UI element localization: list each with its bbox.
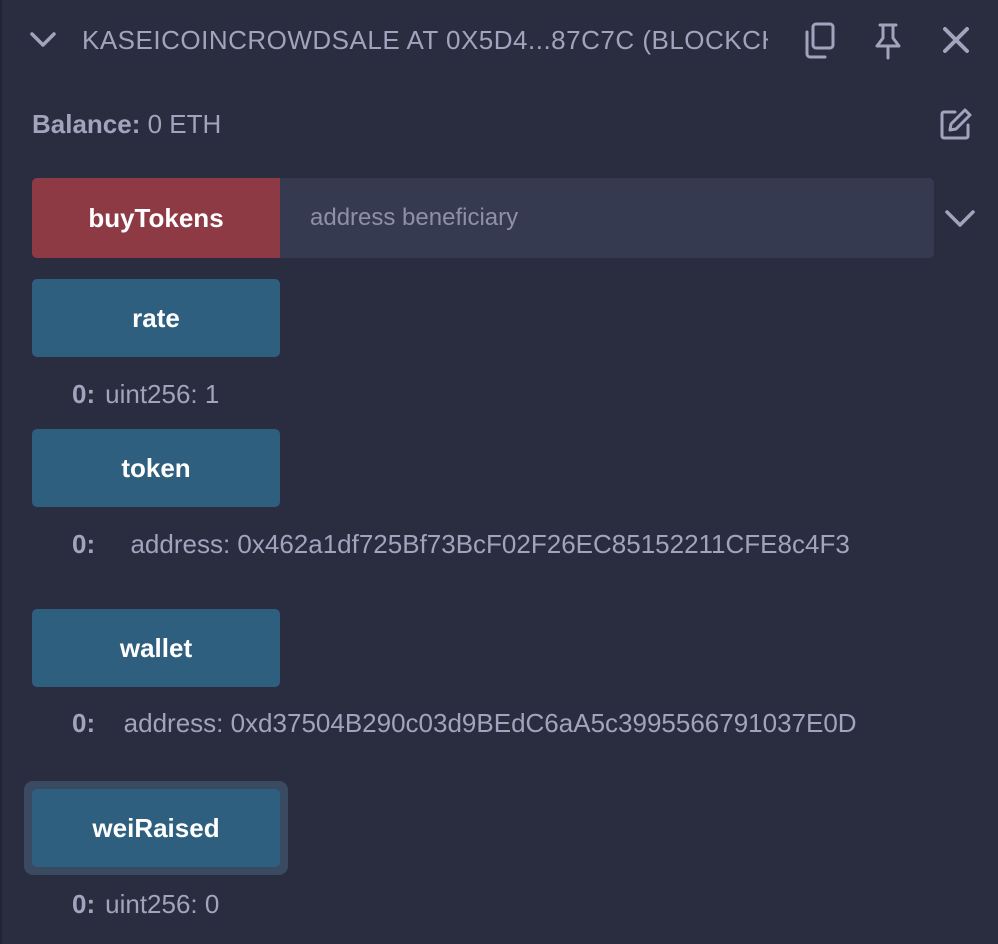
token-button[interactable]: token <box>32 429 280 507</box>
chevron-down-icon[interactable] <box>28 26 58 52</box>
wallet-result: 0: address: 0xd37504B290c03d9BEdC6aA5c39… <box>72 708 875 738</box>
deployed-contract-panel: KASEICOINCROWDSALE AT 0X5D4...87C7C (BLO… <box>0 0 998 944</box>
balance-display: Balance: 0 ETH <box>32 104 221 144</box>
token-result: 0: address: 0x462a1df725Bf73BcF02F26EC85… <box>72 529 875 559</box>
result-value: address: 0x462a1df725Bf73BcF02F26EC85152… <box>130 529 850 559</box>
contract-header: KASEICOINCROWDSALE AT 0X5D4...87C7C (BLO… <box>2 0 998 82</box>
contract-title[interactable]: KASEICOINCROWDSALE AT 0X5D4...87C7C (BLO… <box>82 22 768 58</box>
wei-raised-result: 0: uint256: 0 <box>72 889 219 919</box>
result-index: 0: <box>72 889 96 919</box>
edit-icon[interactable] <box>938 106 974 142</box>
balance-value: 0 ETH <box>147 109 222 139</box>
pin-icon[interactable] <box>868 20 908 60</box>
wallet-button[interactable]: wallet <box>32 609 280 687</box>
result-index: 0: <box>72 529 96 559</box>
result-value: address: 0xd37504B290c03d9BEdC6aA5c39955… <box>123 708 857 738</box>
result-value: uint256: 0 <box>105 889 220 919</box>
close-icon[interactable] <box>936 20 976 60</box>
result-index: 0: <box>72 708 96 738</box>
buy-tokens-button[interactable]: buyTokens <box>32 178 280 258</box>
rate-button[interactable]: rate <box>32 279 280 357</box>
copy-icon[interactable] <box>800 20 840 60</box>
balance-label: Balance: <box>32 109 141 139</box>
expand-params-chevron-icon[interactable] <box>942 204 978 232</box>
rate-result: 0: uint256: 1 <box>72 379 219 409</box>
wei-raised-button[interactable]: weiRaised <box>32 789 280 867</box>
focus-ring: weiRaised <box>24 781 288 875</box>
beneficiary-address-input[interactable] <box>280 178 934 258</box>
result-index: 0: <box>72 379 96 409</box>
result-value: uint256: 1 <box>105 379 220 409</box>
